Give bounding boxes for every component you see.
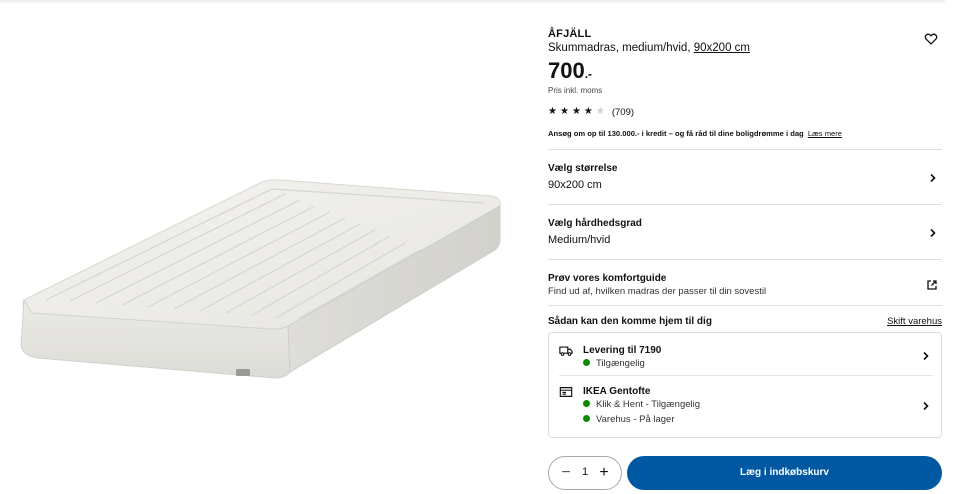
star-empty-icon: ★ [595,106,605,117]
size-selector-value: 90x200 cm [548,179,602,191]
chevron-right-icon [930,228,936,238]
store-icon [559,387,573,397]
size-link[interactable]: 90x200 cm [694,42,750,54]
availability-box: Levering til 7190 Tilgængelig IKEA Gento… [548,332,942,438]
review-count: (709) [611,106,635,118]
store-pickup-status: Klik & Hent - Tilgængelig [583,399,700,410]
store-title: IKEA Gentofte [583,386,651,397]
chevron-right-icon [923,401,929,411]
quantity-decrease-button[interactable]: − [557,464,575,482]
external-link-icon [927,280,937,290]
product-description: Skummadras, medium/hvid, 90x200 cm [548,42,750,54]
firmness-selector[interactable]: Vælg hårdhedsgrad Medium/hvid [548,205,942,259]
star-icon: ★ [548,106,557,117]
quantity-value[interactable]: 1 [577,466,593,478]
home-delivery-row[interactable]: Levering til 7190 Tilgængelig [549,333,941,375]
mattress-illustration [20,179,501,379]
product-name: ÅFJÄLL [548,28,592,40]
store-stock-status: Varehus - På lager [583,414,675,425]
description-text: Skummadras, medium/hvid, [548,42,691,54]
size-selector-title: Vælg størrelse [548,163,618,174]
rating[interactable]: ★ ★ ★ ★ ★ (709) [548,106,634,118]
status-dot [583,359,590,366]
truck-icon [559,346,573,356]
star-icon: ★ [571,106,581,117]
size-selector[interactable]: Vælg størrelse 90x200 cm [548,150,942,204]
price: 700.- [548,57,592,88]
product-info-panel: ÅFJÄLL Skummadras, medium/hvid, 90x200 c… [548,0,942,494]
chevron-right-icon [930,173,936,183]
comfort-guide-title: Prøv vores komfortguide [548,273,667,284]
quantity-stepper: − 1 + [548,456,622,490]
status-dot [583,415,590,422]
firmness-selector-value: Medium/hvid [548,234,611,246]
firmness-selector-title: Vælg hårdhedsgrad [548,218,642,229]
home-delivery-status: Tilgængelig [583,358,645,369]
heart-icon[interactable] [924,32,938,46]
store-stock-status-text: Varehus - På lager [596,414,675,425]
change-store-link[interactable]: Skift varehus [887,316,942,327]
home-delivery-title: Levering til 7190 [583,345,662,356]
delivery-heading: Sådan kan den komme hjem til dig [548,316,712,327]
star-half-icon: ★ [583,106,593,117]
store-pickup-status-text: Klik & Hent - Tilgængelig [596,399,701,410]
price-suffix: .- [584,67,593,81]
credit-banner: Ansøg om op til 130.000.- i kredit – og … [548,129,842,138]
quantity-increase-button[interactable]: + [595,464,613,482]
comfort-guide-subtitle: Find ud af, hvilken madras der passer ti… [548,286,767,297]
chevron-right-icon [923,351,929,361]
home-delivery-status-text: Tilgængelig [596,358,645,369]
credit-text: Ansøg om op til 130.000.- i kredit – og … [548,129,804,138]
product-image[interactable] [0,0,530,494]
divider [548,305,942,306]
vat-note: Pris inkl. moms [548,86,603,95]
store-row[interactable]: IKEA Gentofte Klik & Hent - Tilgængelig … [549,376,941,436]
status-dot [583,400,590,407]
star-icon: ★ [559,106,569,117]
add-to-cart-button[interactable]: Læg i indkøbskurv [627,456,942,490]
price-value: 700 [548,58,585,83]
credit-read-more-link[interactable]: Læs mere [808,129,842,138]
